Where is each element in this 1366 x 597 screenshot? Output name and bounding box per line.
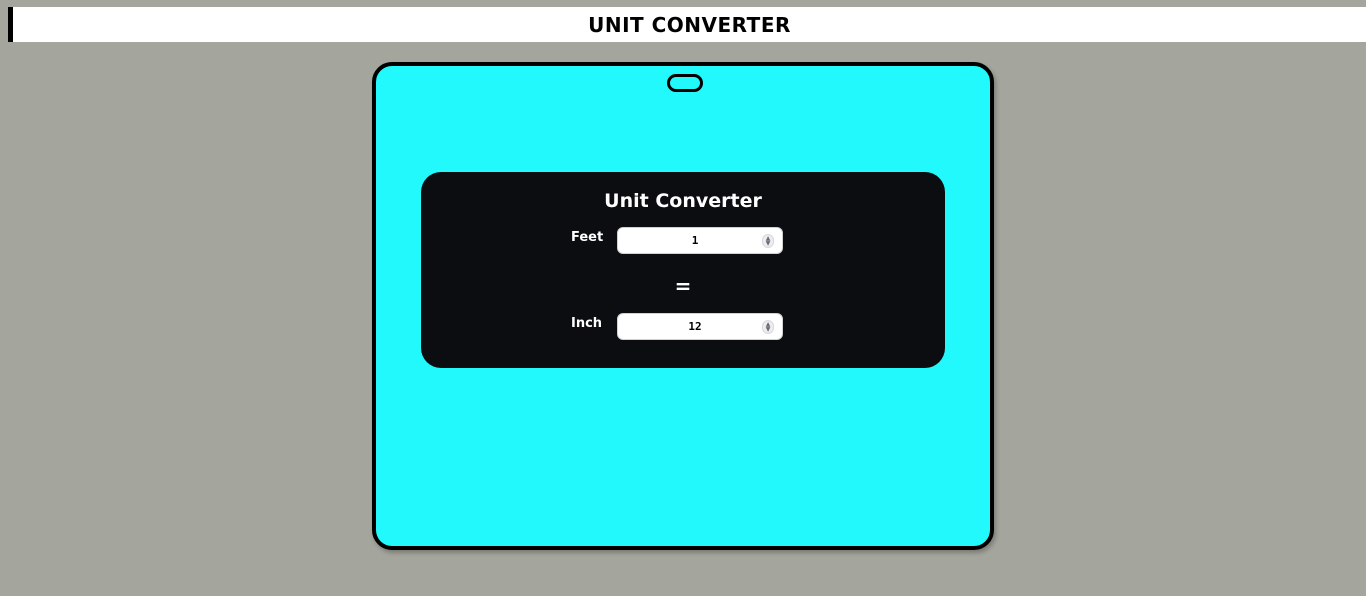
header-bar: UNIT CONVERTER — [8, 7, 1366, 42]
feet-input[interactable]: 1 ▲ ▼ — [617, 227, 783, 254]
feet-label: Feet — [571, 230, 604, 245]
inch-input-value: 12 — [688, 320, 702, 333]
device-frame: Unit Converter Feet 1 ▲ ▼ = Inch 12 ▲ ▼ — [372, 62, 994, 550]
inch-input[interactable]: 12 ▲ ▼ — [617, 313, 783, 340]
speaker-slot-icon — [667, 74, 703, 92]
equals-sign: = — [674, 274, 692, 298]
inch-label: Inch — [571, 316, 603, 331]
up-down-spinner-icon[interactable]: ▲ ▼ — [762, 233, 774, 248]
feet-input-value: 1 — [691, 234, 699, 247]
up-down-spinner-icon[interactable]: ▲ ▼ — [762, 319, 774, 334]
converter-panel: Unit Converter Feet 1 ▲ ▼ = Inch 12 ▲ ▼ — [421, 172, 945, 368]
page-title: UNIT CONVERTER — [588, 12, 791, 37]
converter-title: Unit Converter — [604, 190, 762, 212]
